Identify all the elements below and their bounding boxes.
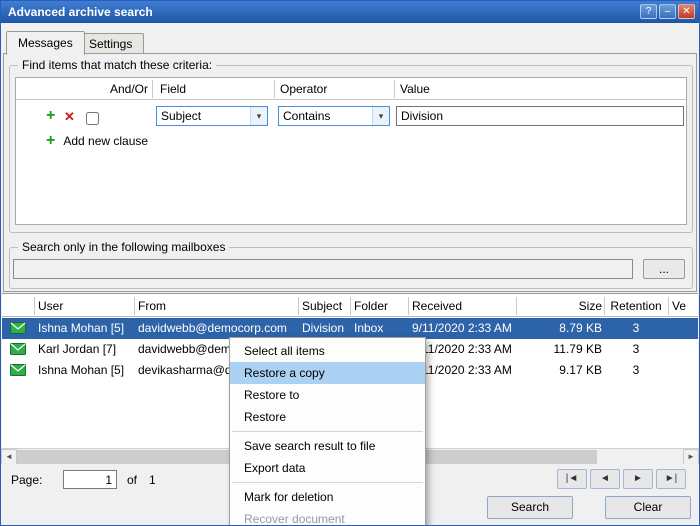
menu-separator — [232, 431, 423, 432]
cell-retention: 3 — [606, 339, 666, 360]
page-number-input[interactable] — [63, 470, 117, 489]
search-button[interactable]: Search — [487, 496, 573, 519]
window-title: Advanced archive search — [8, 5, 153, 19]
header-separator — [516, 297, 517, 315]
mailboxes-group-title: Search only in the following mailboxes — [18, 240, 229, 254]
header-separator — [34, 297, 35, 315]
criteria-header-value: Value — [400, 78, 430, 100]
page-of-label: of — [127, 473, 137, 487]
page-total: 1 — [149, 473, 156, 487]
results-header-row: User From Subject Folder Received Size R… — [2, 295, 698, 317]
header-separator — [298, 297, 299, 315]
menu-item-restore[interactable]: Restore — [230, 406, 425, 428]
criteria-panel: And/Or Field Operator Value + ✕ Subject … — [15, 77, 687, 225]
menu-item-restore-to[interactable]: Restore to — [230, 384, 425, 406]
chevron-down-icon: ▾ — [250, 107, 267, 125]
criteria-group-title: Find items that match these criteria: — [18, 58, 216, 72]
cell-user: Karl Jordan [7] — [38, 339, 133, 360]
mail-envelope-icon — [10, 343, 26, 355]
mail-envelope-icon — [10, 322, 26, 334]
field-select[interactable]: Subject ▾ — [156, 106, 268, 126]
page-label: Page: — [11, 473, 42, 487]
header-separator — [152, 80, 153, 98]
previous-page-button[interactable]: ◄ — [590, 469, 620, 489]
criteria-header-field: Field — [160, 78, 186, 100]
column-header-subject[interactable]: Subject — [302, 295, 349, 317]
cell-user: Ishna Mohan [5] — [38, 360, 133, 381]
chevron-down-icon: ▾ — [372, 107, 389, 125]
browse-mailboxes-button[interactable]: ... — [643, 259, 685, 279]
remove-clause-icon[interactable]: ✕ — [64, 109, 75, 125]
header-separator — [134, 297, 135, 315]
cell-size: 11.79 KB — [520, 339, 602, 360]
cell-received: 9/11/2020 2:33 AM — [412, 318, 520, 339]
minimize-button[interactable]: – — [659, 4, 676, 19]
tab-settings[interactable]: Settings — [77, 33, 144, 54]
context-menu: Select all items Restore a copy Restore … — [229, 337, 426, 526]
header-separator — [408, 297, 409, 315]
column-header-size[interactable]: Size — [520, 295, 602, 317]
cell-received: 9/11/2020 2:33 AM — [412, 360, 520, 381]
table-row[interactable]: Ishna Mohan [5] davidwebb@democorp.com D… — [2, 318, 698, 339]
mailboxes-input[interactable] — [13, 259, 633, 279]
clause-checkbox[interactable] — [86, 112, 99, 125]
menu-item-mark-for-deletion[interactable]: Mark for deletion — [230, 486, 425, 508]
value-input[interactable] — [396, 106, 684, 126]
field-select-value: Subject — [157, 107, 250, 125]
column-header-folder[interactable]: Folder — [354, 295, 407, 317]
titlebar[interactable]: Advanced archive search ? – ✕ — [1, 1, 699, 23]
column-header-version[interactable]: Ve — [672, 295, 698, 317]
column-header-user[interactable]: User — [38, 295, 133, 317]
cell-user: Ishna Mohan [5] — [38, 318, 133, 339]
add-icon: + — [46, 133, 55, 149]
column-header-retention[interactable]: Retention — [606, 295, 666, 317]
cell-received: 9/11/2020 2:33 AM — [412, 339, 520, 360]
scroll-right-icon[interactable]: ► — [683, 449, 699, 465]
header-separator — [604, 297, 605, 315]
criteria-clause-row: + ✕ Subject ▾ Contains ▾ — [16, 106, 686, 128]
operator-select-value: Contains — [279, 107, 372, 125]
add-clause-icon[interactable]: + — [46, 108, 55, 124]
criteria-header-row: And/Or Field Operator Value — [16, 78, 686, 100]
clear-button[interactable]: Clear — [605, 496, 691, 519]
scroll-left-icon[interactable]: ◄ — [1, 449, 17, 465]
tab-messages[interactable]: Messages — [6, 31, 85, 55]
close-button[interactable]: ✕ — [678, 4, 695, 19]
cell-size: 8.79 KB — [520, 318, 602, 339]
first-page-button[interactable]: |◄ — [557, 469, 587, 489]
operator-select[interactable]: Contains ▾ — [278, 106, 390, 126]
header-separator — [394, 80, 395, 98]
cell-from: davidwebb@democorp.com — [138, 318, 296, 339]
menu-separator — [232, 482, 423, 483]
criteria-header-operator: Operator — [280, 78, 327, 100]
next-page-button[interactable]: ► — [623, 469, 653, 489]
header-separator — [350, 297, 351, 315]
cell-retention: 3 — [606, 360, 666, 381]
cell-retention: 3 — [606, 318, 666, 339]
advanced-archive-search-window: Advanced archive search ? – ✕ Messages S… — [0, 0, 700, 526]
mail-envelope-icon — [10, 364, 26, 376]
menu-item-restore-a-copy[interactable]: Restore a copy — [230, 362, 425, 384]
cell-folder: Inbox — [354, 318, 407, 339]
menu-item-select-all-items[interactable]: Select all items — [230, 340, 425, 362]
criteria-header-andor: And/Or — [16, 78, 148, 100]
add-new-clause-label: Add new clause — [63, 134, 148, 148]
last-page-button[interactable]: ►| — [656, 469, 686, 489]
column-header-from[interactable]: From — [138, 295, 296, 317]
menu-item-save-search-result-to-file[interactable]: Save search result to file — [230, 435, 425, 457]
cell-subject: Division — [302, 318, 349, 339]
cell-size: 9.17 KB — [520, 360, 602, 381]
column-header-received[interactable]: Received — [412, 295, 520, 317]
menu-item-export-data[interactable]: Export data — [230, 457, 425, 479]
menu-item-recover-document: Recover document — [230, 508, 425, 526]
titlebar-buttons: ? – ✕ — [640, 4, 695, 19]
add-new-clause-link[interactable]: + Add new clause — [46, 132, 148, 150]
help-button[interactable]: ? — [640, 4, 657, 19]
header-separator — [668, 297, 669, 315]
header-separator — [274, 80, 275, 98]
